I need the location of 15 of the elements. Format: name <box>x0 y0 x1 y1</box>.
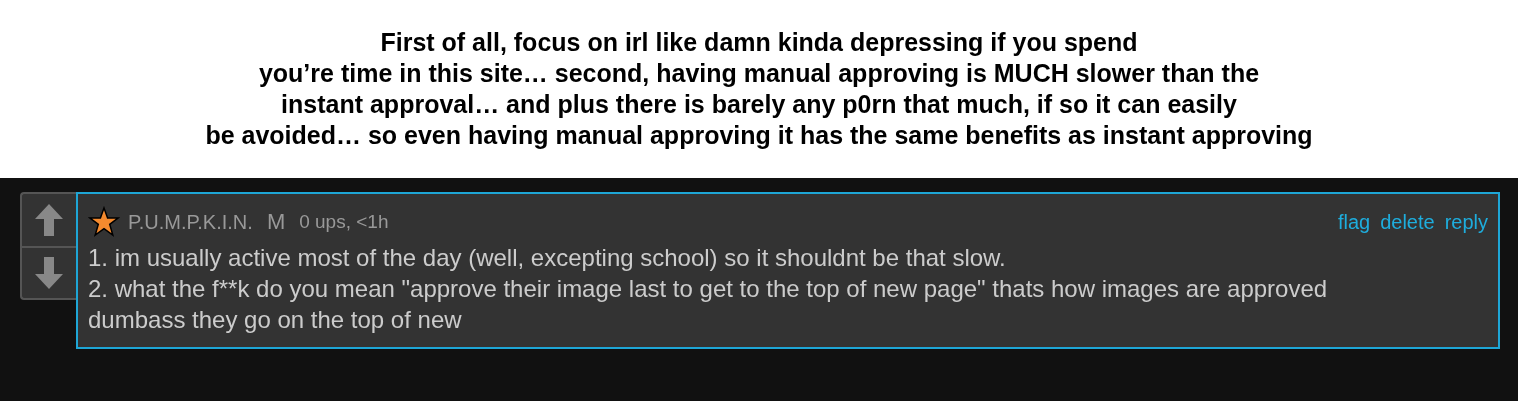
username[interactable]: P.U.M.P.K.I.N. <box>128 210 253 234</box>
caption-line: be avoided… so even having manual approving it has the same benefits as instant approving <box>205 120 1313 151</box>
action-link[interactable]: reply <box>1444 210 1488 234</box>
comment-meta: 0 ups, <1h <box>299 211 389 233</box>
comment-text: 2. what the f**k do you mean "approve their image last to get to the top of new page" thats how images are approved dumbass they go on the top of new <box>88 274 1329 335</box>
caption-line: First of all, focus on irl like damn kinda depressing if you spend <box>380 27 1138 58</box>
star-icon <box>88 206 120 238</box>
action-link[interactable]: flag <box>1337 210 1371 234</box>
caption-line: you’re time in this site… second, having manual approving is MUCH slower than the <box>258 58 1260 89</box>
arrow-down-icon <box>35 257 63 289</box>
action-link[interactable]: delete <box>1380 210 1435 234</box>
arrow-up-icon <box>35 204 63 236</box>
user-badge-label: M <box>266 209 286 235</box>
comment-text: 1. im usually active most of the day (well, excepting school) so it shouldnt be that slow. <box>88 243 1007 273</box>
caption-line: instant approval… and plus there is barely any p0rn that much, if so it can easily <box>281 89 1237 120</box>
